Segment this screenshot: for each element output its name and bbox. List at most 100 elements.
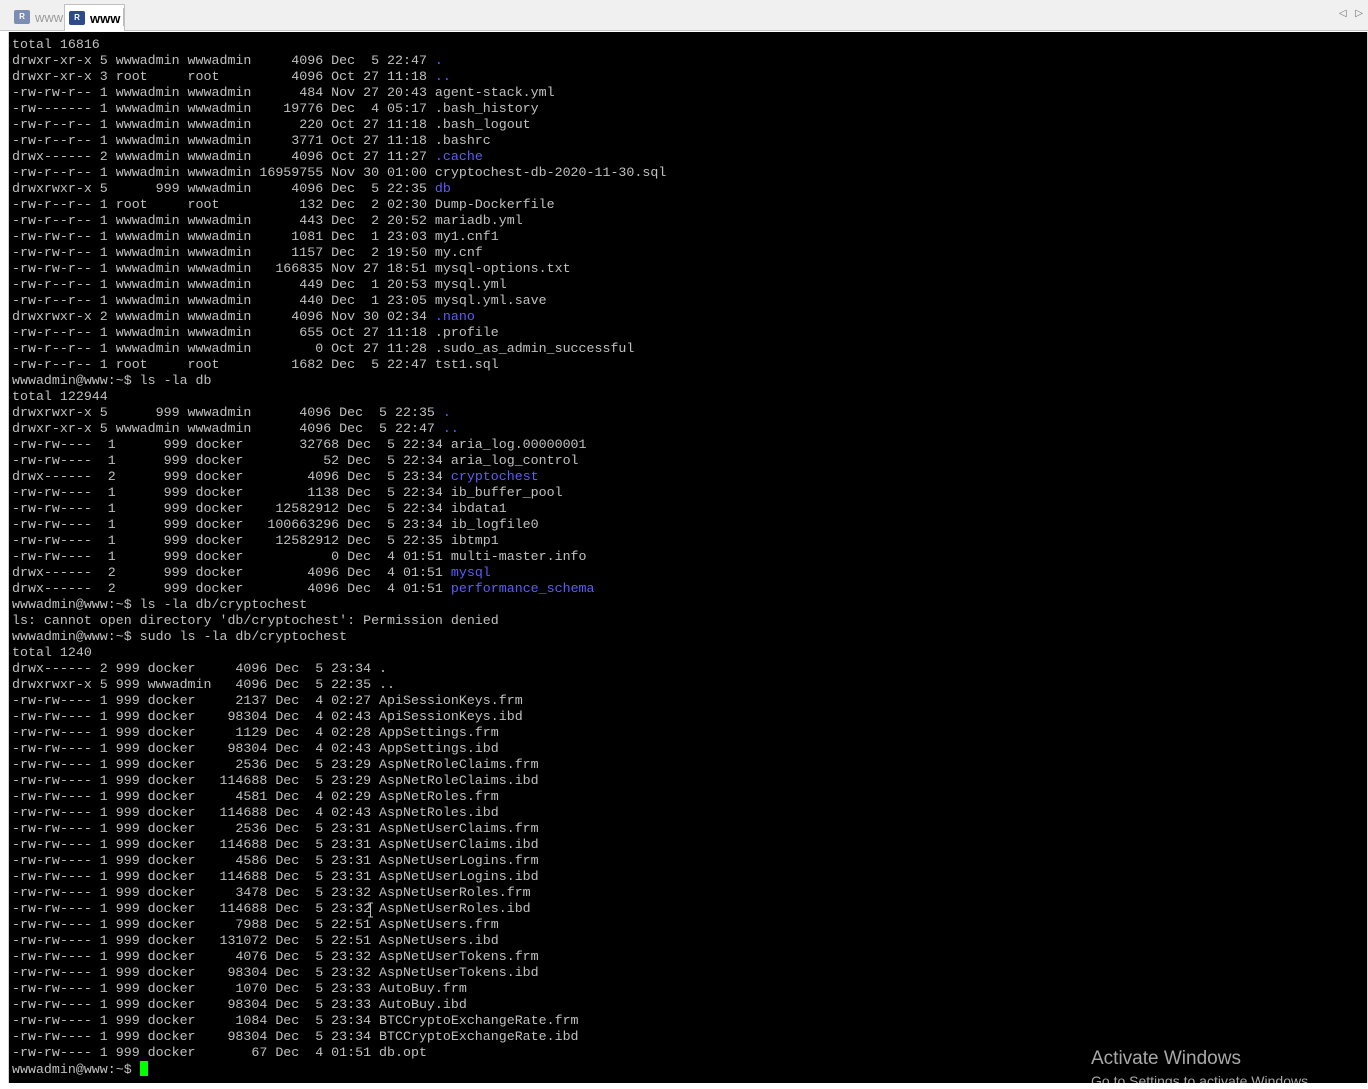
- terminal-line: total 1240: [12, 645, 666, 661]
- terminal-text: -rw-rw---- 1 999 docker 32768 Dec 5 22:3…: [12, 437, 587, 452]
- terminal-line: -rw-rw---- 1 999 docker 67 Dec 4 01:51 d…: [12, 1045, 666, 1061]
- terminal-text: -rw-r--r-- 1 wwwadmin wwwadmin 3771 Oct …: [12, 133, 491, 148]
- terminal-line: -rw-rw---- 1 999 docker 1129 Dec 4 02:28…: [12, 725, 666, 741]
- terminal-line: drwx------ 2 wwwadmin wwwadmin 4096 Oct …: [12, 149, 666, 165]
- tab-www-inactive[interactable]: R www: [10, 6, 67, 28]
- terminal-text: wwwadmin@www:~$ ls -la db: [12, 373, 212, 388]
- terminal-text: drwxrwxr-x 5 999 wwwadmin 4096 Dec 5 22:…: [12, 181, 435, 196]
- terminal-text: -rw-rw---- 1 999 docker 0 Dec 4 01:51 mu…: [12, 549, 587, 564]
- terminal-text: -rw-rw---- 1 999 docker 12582912 Dec 5 2…: [12, 533, 499, 548]
- tab-label: www: [90, 10, 121, 26]
- terminal-text: -rw-rw---- 1 999 docker 7988 Dec 5 22:51…: [12, 917, 499, 932]
- terminal-line: -rw-rw---- 1 999 docker 1084 Dec 5 23:34…: [12, 1013, 666, 1029]
- terminal-line: drwxrwxr-x 5 999 wwwadmin 4096 Dec 5 22:…: [12, 405, 666, 421]
- directory-name: .: [434, 53, 443, 68]
- tab-divider: [123, 8, 124, 26]
- terminal-text: wwwadmin@www:~$ sudo ls -la db/cryptoche…: [12, 629, 348, 644]
- text-cursor-icon: [368, 902, 373, 918]
- terminal-text: -rw-r--r-- 1 wwwadmin wwwadmin 220 Oct 2…: [12, 117, 531, 132]
- terminal-text: drwxrwxr-x 5 999 wwwadmin 4096 Dec 5 22:…: [12, 405, 443, 420]
- terminal-text: -rw-rw---- 1 999 docker 98304 Dec 5 23:3…: [12, 965, 539, 980]
- terminal-line: -rw-r--r-- 1 wwwadmin wwwadmin 443 Dec 2…: [12, 213, 666, 229]
- terminal-line: -rw-rw---- 1 999 docker 2137 Dec 4 02:27…: [12, 693, 666, 709]
- terminal-text: -rw-r--r-- 1 root root 1682 Dec 5 22:47 …: [12, 357, 499, 372]
- terminal-text: drwxrwxr-x 2 wwwadmin wwwadmin 4096 Nov …: [12, 309, 435, 324]
- tab-www-active[interactable]: R www: [64, 4, 126, 31]
- terminal-line: drwxrwxr-x 5 999 wwwadmin 4096 Dec 5 22:…: [12, 181, 666, 197]
- terminal-line: -rw-rw---- 1 999 docker 7988 Dec 5 22:51…: [12, 917, 666, 933]
- terminal-window[interactable]: total 16816 drwxr-xr-x 5 wwwadmin wwwadmi…: [8, 32, 1368, 1083]
- terminal-text: -rw-rw---- 1 999 docker 4076 Dec 5 23:32…: [12, 949, 539, 964]
- terminal-line: drwx------ 2 999 docker 4096 Dec 4 01:51…: [12, 581, 666, 597]
- terminal-text: -rw-rw---- 1 999 docker 1084 Dec 5 23:34…: [12, 1013, 579, 1028]
- tab-bar: R www R www ◁ ▷: [0, 0, 1368, 31]
- terminal-line: -rw-rw---- 1 999 docker 52 Dec 5 22:34 a…: [12, 453, 666, 469]
- terminal-text: drwxr-xr-x 5 wwwadmin wwwadmin 4096 Dec …: [12, 421, 443, 436]
- terminal-line: wwwadmin@www:~$ ls -la db: [12, 373, 666, 389]
- terminal-text: -rw-r--r-- 1 wwwadmin wwwadmin 440 Dec 1…: [12, 293, 547, 308]
- terminal-text: total 16816: [12, 37, 100, 52]
- terminal-line: -rw-r--r-- 1 wwwadmin wwwadmin 449 Dec 1…: [12, 277, 666, 293]
- terminal-text: -rw-rw---- 1 999 docker 67 Dec 4 01:51 d…: [12, 1045, 427, 1060]
- terminal-line: -rw-r--r-- 1 root root 1682 Dec 5 22:47 …: [12, 357, 666, 373]
- directory-name: db: [434, 181, 451, 196]
- terminal-text: -rw-rw---- 1 999 docker 100663296 Dec 5 …: [12, 517, 539, 532]
- terminal-text: -rw-rw---- 1 999 docker 131072 Dec 5 22:…: [12, 933, 499, 948]
- directory-name: cryptochest: [450, 469, 539, 484]
- terminal-line: -rw-r--r-- 1 wwwadmin wwwadmin 16959755 …: [12, 165, 666, 181]
- terminal-text: drwxr-xr-x 5 wwwadmin wwwadmin 4096 Dec …: [12, 53, 435, 68]
- terminal-line: -rw-rw---- 1 999 docker 114688 Dec 5 23:…: [12, 869, 666, 885]
- terminal-text: -rw-rw---- 1 999 docker 114688 Dec 5 23:…: [12, 901, 531, 916]
- terminal-line: ls: cannot open directory 'db/cryptoches…: [12, 613, 666, 629]
- terminal-text: -rw-rw---- 1 999 docker 2536 Dec 5 23:29…: [12, 757, 539, 772]
- tab-scroll-arrows-icon[interactable]: ◁ ▷: [1339, 8, 1366, 19]
- terminal-line: -rw-rw---- 1 999 docker 12582912 Dec 5 2…: [12, 533, 666, 549]
- terminal-text: -rw-r--r-- 1 wwwadmin wwwadmin 0 Oct 27 …: [12, 341, 635, 356]
- terminal-line: -rw-rw---- 1 999 docker 100663296 Dec 5 …: [12, 517, 666, 533]
- putty-session-icon: R: [14, 10, 30, 24]
- terminal-line: -rw-rw-r-- 1 wwwadmin wwwadmin 166835 No…: [12, 261, 666, 277]
- terminal-text: -rw-rw---- 1 999 docker 98304 Dec 5 23:3…: [12, 1029, 579, 1044]
- terminal-line: -rw-rw---- 1 999 docker 1138 Dec 5 22:34…: [12, 485, 666, 501]
- terminal-line: total 16816: [12, 37, 666, 53]
- terminal-text: -rw-rw---- 1 999 docker 52 Dec 5 22:34 a…: [12, 453, 579, 468]
- terminal-text: total 122944: [12, 389, 108, 404]
- terminal-text: ls: cannot open directory 'db/cryptoches…: [12, 613, 499, 628]
- terminal-line: -rw-r--r-- 1 wwwadmin wwwadmin 220 Oct 2…: [12, 117, 666, 133]
- terminal-line: -rw-rw-r-- 1 wwwadmin wwwadmin 1081 Dec …: [12, 229, 666, 245]
- terminal-line: drwxrwxr-x 2 wwwadmin wwwadmin 4096 Nov …: [12, 309, 666, 325]
- terminal-cursor: [139, 1061, 148, 1076]
- terminal-text: -rw-rw---- 1 999 docker 12582912 Dec 5 2…: [12, 501, 507, 516]
- terminal-prompt-line[interactable]: wwwadmin@www:~$: [12, 1061, 666, 1077]
- activate-windows-watermark: Activate Windows Go to Settings to activ…: [1091, 1048, 1312, 1083]
- terminal-line: drwxr-xr-x 5 wwwadmin wwwadmin 4096 Dec …: [12, 421, 666, 437]
- directory-name: .cache: [434, 149, 483, 164]
- terminal-text: -rw-rw---- 1 999 docker 1138 Dec 5 22:34…: [12, 485, 563, 500]
- directory-name: ..: [434, 69, 451, 84]
- terminal-line: -rw-rw---- 1 999 docker 114688 Dec 5 23:…: [12, 837, 666, 853]
- terminal-line: -rw-rw---- 1 999 docker 32768 Dec 5 22:3…: [12, 437, 666, 453]
- terminal-line: drwxrwxr-x 5 999 wwwadmin 4096 Dec 5 22:…: [12, 677, 666, 693]
- terminal-text: -rw-rw---- 1 999 docker 114688 Dec 5 23:…: [12, 837, 539, 852]
- terminal-line: -rw-rw---- 1 999 docker 98304 Dec 4 02:4…: [12, 741, 666, 757]
- terminal-line: -rw-rw---- 1 999 docker 0 Dec 4 01:51 mu…: [12, 549, 666, 565]
- putty-session-icon: R: [69, 11, 85, 25]
- terminal-text: -rw-rw-r-- 1 wwwadmin wwwadmin 1157 Dec …: [12, 245, 483, 260]
- terminal-text: drwx------ 2 wwwadmin wwwadmin 4096 Oct …: [12, 149, 435, 164]
- terminal-line: -rw-rw---- 1 999 docker 4581 Dec 4 02:29…: [12, 789, 666, 805]
- terminal-line: -rw-r--r-- 1 wwwadmin wwwadmin 3771 Oct …: [12, 133, 666, 149]
- terminal-line: -rw-rw---- 1 999 docker 98304 Dec 5 23:3…: [12, 1029, 666, 1045]
- terminal-text: -rw-rw---- 1 999 docker 98304 Dec 4 02:4…: [12, 741, 499, 756]
- terminal-text: -rw-rw---- 1 999 docker 2137 Dec 4 02:27…: [12, 693, 523, 708]
- terminal-text: -rw-r--r-- 1 wwwadmin wwwadmin 16959755 …: [12, 165, 667, 180]
- terminal-text: -rw-r--r-- 1 root root 132 Dec 2 02:30 D…: [12, 197, 555, 212]
- directory-name: mysql: [450, 565, 491, 580]
- terminal-line: drwx------ 2 999 docker 4096 Dec 5 23:34…: [12, 661, 666, 677]
- terminal-text: drwxr-xr-x 3 root root 4096 Oct 27 11:18: [12, 69, 435, 84]
- terminal-line: -rw-rw---- 1 999 docker 12582912 Dec 5 2…: [12, 501, 666, 517]
- terminal-text: -rw-rw-r-- 1 wwwadmin wwwadmin 484 Nov 2…: [12, 85, 555, 100]
- terminal-line: -rw-rw---- 1 999 docker 1070 Dec 5 23:33…: [12, 981, 666, 997]
- terminal-line: -rw-rw---- 1 999 docker 4586 Dec 5 23:31…: [12, 853, 666, 869]
- watermark-title: Activate Windows: [1091, 1048, 1241, 1069]
- terminal-text: -rw-rw---- 1 999 docker 4581 Dec 4 02:29…: [12, 789, 499, 804]
